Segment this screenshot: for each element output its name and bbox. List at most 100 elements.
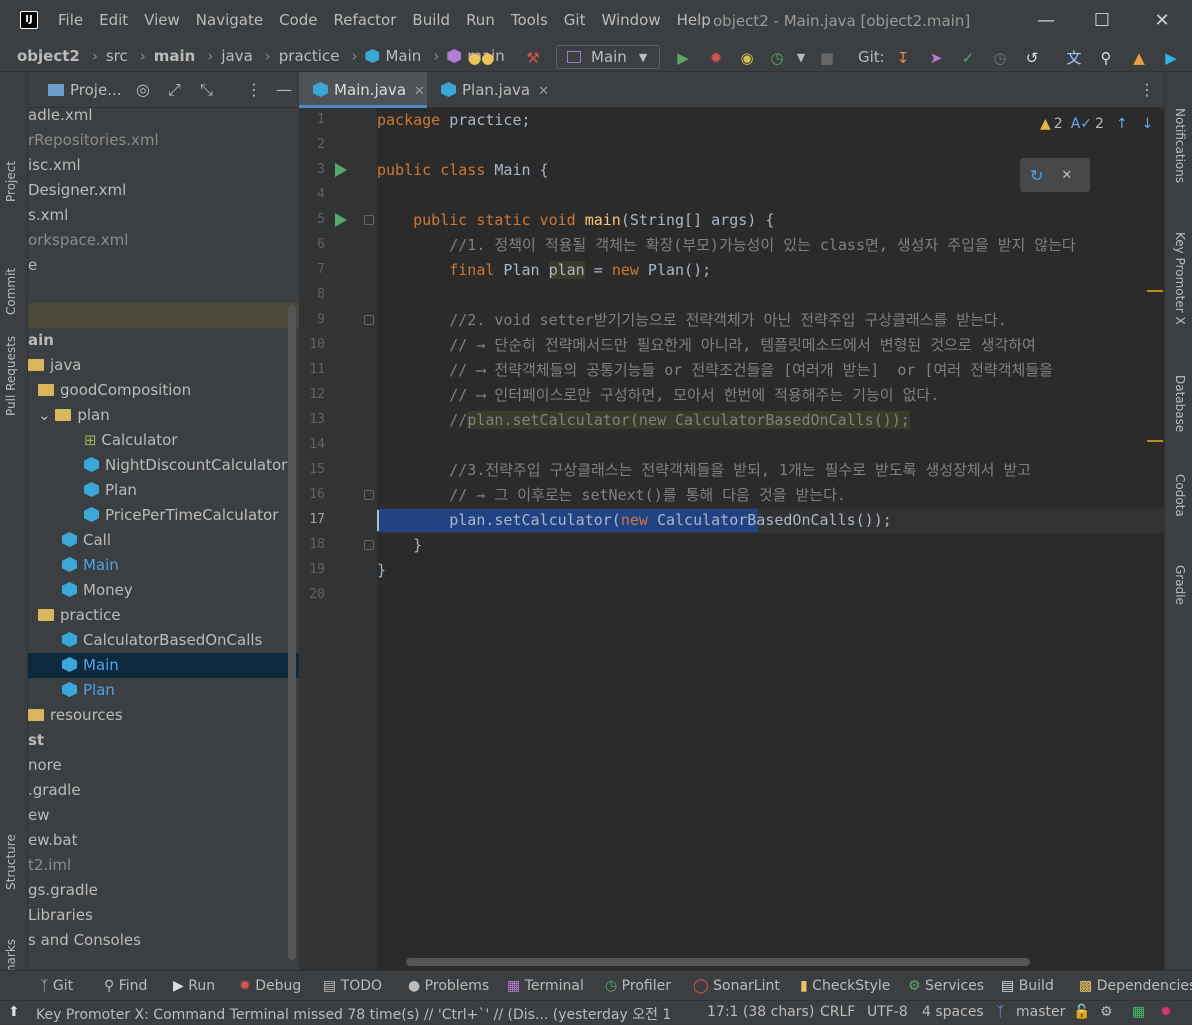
breadcrumb-item[interactable]: main (154, 47, 202, 65)
tool-problems[interactable]: ● Problems (408, 978, 489, 994)
fold-marker[interactable] (364, 540, 374, 550)
tree-item[interactable]: ain (28, 328, 299, 353)
expand-all-icon[interactable]: ⤢ (168, 80, 181, 100)
tab-notifications[interactable]: Notifications (1173, 108, 1187, 183)
maximize-icon[interactable]: ☐ (1088, 8, 1116, 34)
tab-key-promoter[interactable]: Key Promoter X (1173, 232, 1187, 325)
tool-debug[interactable]: ✹ Debug (239, 978, 301, 994)
tool-checkstyle[interactable]: ▮ CheckStyle (800, 978, 890, 994)
menu-code[interactable]: Code (279, 11, 317, 29)
breadcrumb-item[interactable]: Main (365, 47, 427, 65)
fold-marker[interactable] (364, 490, 374, 500)
menu-help[interactable]: Help (677, 11, 711, 29)
debug-bug-icon[interactable]: ✹ (705, 47, 727, 69)
close-hint-icon[interactable]: ✕ (1061, 168, 1072, 183)
tab-pull-requests[interactable]: Pull Requests (4, 336, 18, 416)
tool-terminal[interactable]: ▦ Terminal (507, 978, 584, 994)
tree-item[interactable]: orkspace.xml (28, 228, 299, 253)
run-class-icon[interactable] (335, 163, 347, 177)
breadcrumb-item[interactable]: practice (279, 47, 346, 65)
tree-item[interactable]: e (28, 253, 299, 278)
tree-item[interactable]: nore (28, 753, 299, 778)
code-line[interactable]: plan.setCalculator(new CalculatorBasedOn… (377, 508, 892, 533)
code-line[interactable]: package practice; (377, 108, 531, 133)
code-line[interactable]: public static void main(String[] args) { (377, 208, 774, 233)
terminal-status-icon[interactable]: ▦ (1132, 1004, 1145, 1020)
plugin-logo-icon[interactable]: ▶ (1160, 47, 1182, 69)
rollback-icon[interactable]: ↺ (1021, 47, 1043, 69)
menu-file[interactable]: File (58, 11, 83, 29)
tool-git[interactable]: ᛉ Git (40, 978, 73, 994)
tool-sonarlint[interactable]: ◯ SonarLint (693, 978, 780, 994)
code-line[interactable]: // ⟶ 인터페이스로만 구성하면, 모아서 한번에 적용해주는 기능이 없다. (377, 383, 939, 408)
tree-item[interactable]: Plan (28, 678, 299, 703)
tree-item[interactable]: java (28, 353, 299, 378)
close-tab-icon[interactable]: ✕ (538, 84, 549, 99)
tree-item[interactable]: Plan (28, 478, 299, 503)
code-line[interactable]: } (377, 558, 386, 583)
tool-find[interactable]: ⚲ Find (104, 978, 147, 994)
tool-profiler[interactable]: ◷ Profiler (605, 978, 671, 994)
tree-item[interactable]: ⌄ plan (28, 403, 299, 428)
tab-project[interactable]: Project (4, 161, 18, 202)
arrow-down-icon[interactable]: ↓ (1142, 116, 1154, 132)
profiler-icon[interactable]: ◷ (766, 47, 788, 69)
warning-stripe[interactable] (1147, 290, 1163, 292)
options-menu-icon[interactable]: ⋮ (246, 80, 262, 99)
line-separator[interactable]: CRLF (820, 1004, 855, 1020)
tab-codota[interactable]: Codota (1173, 474, 1187, 517)
menu-edit[interactable]: Edit (99, 11, 128, 29)
status-expand-icon[interactable]: ⬆ (8, 1004, 20, 1020)
tree-item[interactable]: Libraries (28, 903, 299, 928)
project-panel-title[interactable]: Proje... (70, 81, 122, 99)
code-line[interactable]: final Plan plan = new Plan(); (377, 258, 711, 283)
run-icon[interactable]: ▶ (672, 47, 694, 69)
code-line[interactable]: // ⟶ 전략객체들의 공통기능들 or 전략조건들을 [여러개 받는] or … (377, 358, 1053, 383)
tree-item[interactable]: Money (28, 578, 299, 603)
minimize-icon[interactable]: — (1032, 8, 1060, 34)
git-history-icon[interactable]: ◷ (989, 47, 1011, 69)
tree-item[interactable]: ew.bat (28, 828, 299, 853)
tab-commit[interactable]: Commit (4, 268, 18, 315)
hide-panel-icon[interactable]: — (276, 80, 292, 99)
tree-item[interactable]: st (28, 728, 299, 753)
git-update-icon[interactable]: ↧ (892, 47, 914, 69)
collapse-all-icon[interactable]: ⤡ (200, 80, 213, 100)
code-line[interactable]: // → 그 이후로는 setNext()를 통해 다음 것을 받는다. (377, 483, 846, 508)
menu-navigate[interactable]: Navigate (196, 11, 263, 29)
tool-dependencies[interactable]: ▩ Dependencies (1079, 978, 1192, 994)
code-line[interactable]: //plan.setCalculator(new CalculatorBased… (377, 408, 910, 433)
tree-item[interactable]: Call (28, 528, 299, 553)
code-line[interactable]: //1. 정책이 적용될 객체는 확장(부모)가능성이 있는 class면, 생… (377, 233, 1075, 258)
tab-plan-java[interactable]: Plan.java ✕ (427, 72, 555, 108)
tree-item[interactable]: rRepositories.xml (28, 128, 299, 153)
updates-icon[interactable]: ▲ (1128, 47, 1150, 69)
code-line[interactable]: //3.전략주입 구상클래스는 전략객체들을 받되, 1개는 필수로 받도록 생… (377, 458, 1031, 483)
tree-item[interactable]: ew (28, 803, 299, 828)
git-push-icon[interactable]: ➤ (925, 47, 947, 69)
indent-setting[interactable]: 4 spaces (922, 1004, 984, 1020)
build-hammer-icon[interactable]: ⚒ (522, 47, 544, 69)
git-branch[interactable]: master (1016, 1004, 1065, 1020)
tree-item[interactable]: resources (28, 703, 299, 728)
tree-item[interactable]: NightDiscountCalculator (28, 453, 299, 478)
chevron-down-icon[interactable]: ⌄ (38, 406, 55, 424)
code-line[interactable]: // → 단순히 전략메서드만 필요한게 아니라, 템플릿메소드에서 변형된 것… (377, 333, 1036, 358)
menu-git[interactable]: Git (564, 11, 586, 29)
project-scrollbar[interactable] (288, 305, 296, 960)
users-icon[interactable]: ●● (468, 47, 494, 69)
inspection-widget[interactable]: ▲ 2 A✓ 2 ↑ ↓ (1040, 116, 1153, 132)
tool-services[interactable]: ⚙ Services (908, 978, 984, 994)
tool-run[interactable]: ▶ Run (173, 978, 215, 994)
tool-todo[interactable]: ▤ TODO (323, 978, 382, 994)
close-window-icon[interactable]: ✕ (1148, 8, 1176, 34)
menu-build[interactable]: Build (412, 11, 450, 29)
tree-item[interactable]: s and Consoles (28, 928, 299, 953)
tab-options-icon[interactable]: ⋮ (1139, 80, 1155, 99)
tab-main-java[interactable]: Main.java ✕ (299, 72, 427, 108)
tree-item[interactable]: isc.xml (28, 153, 299, 178)
file-encoding[interactable]: UTF-8 (867, 1004, 908, 1020)
tree-item[interactable]: CalculatorBasedOnCalls (28, 628, 299, 653)
tab-structure[interactable]: Structure (4, 834, 18, 890)
tree-item[interactable]: PricePerTimeCalculator (28, 503, 299, 528)
